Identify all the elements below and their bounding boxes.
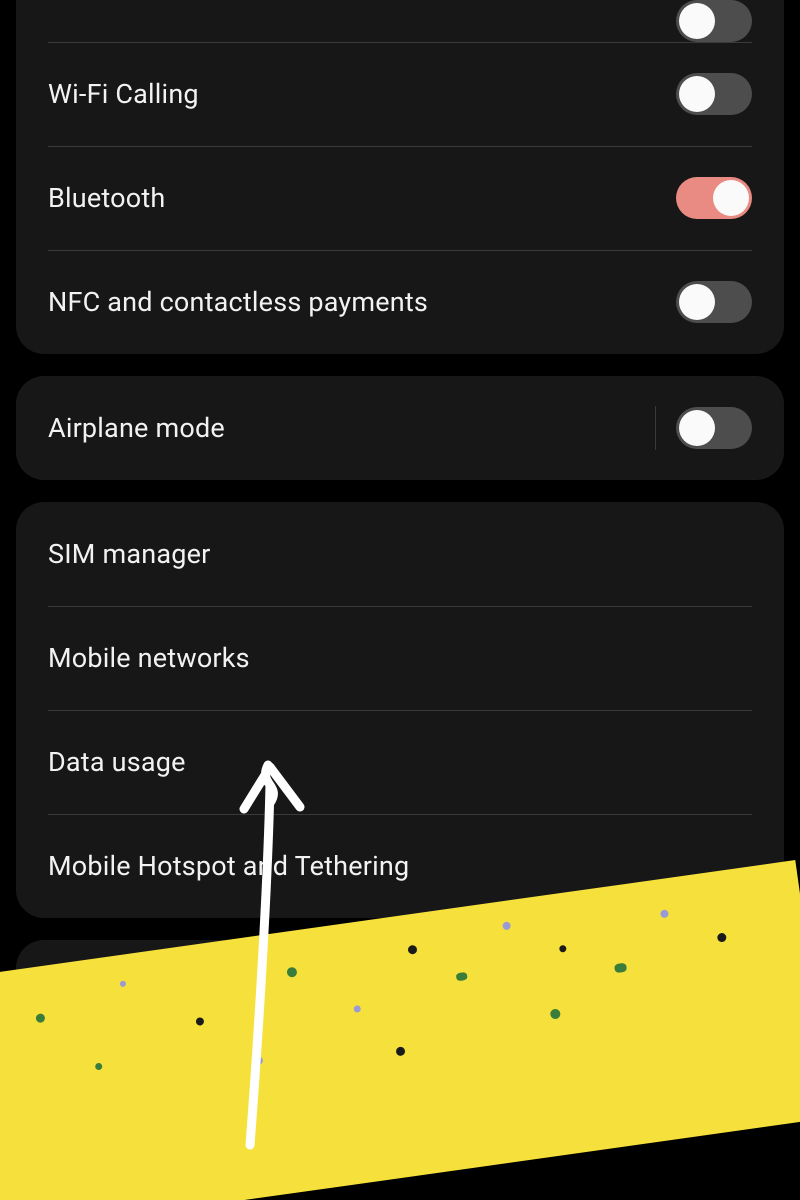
speck: [254, 1056, 263, 1065]
speck: [717, 933, 727, 943]
toggle-knob: [713, 180, 749, 216]
speck: [95, 1063, 103, 1071]
speck: [407, 945, 417, 955]
card-airplane: Airplane mode: [16, 376, 784, 480]
toggle-wrap: [676, 281, 752, 323]
row-label: Airplane mode: [48, 412, 225, 444]
settings-row-sim-manager[interactable]: SIM manager: [16, 502, 784, 606]
speck: [395, 1046, 405, 1056]
toggle-nfc[interactable]: [676, 281, 752, 323]
toggle-airplane-mode[interactable]: [676, 407, 752, 449]
settings-row-mobile-networks[interactable]: Mobile networks: [16, 606, 784, 710]
speck: [456, 972, 468, 981]
settings-row-bluetooth[interactable]: Bluetooth: [16, 146, 784, 250]
settings-row-airplane-mode[interactable]: Airplane mode: [16, 376, 784, 480]
speck: [119, 980, 126, 987]
row-label: Wi-Fi Calling: [48, 78, 199, 110]
toggle-wrap: [676, 73, 752, 115]
speck: [354, 1005, 362, 1013]
settings-page: Wi-Fi Calling Bluetooth NFC and contactl…: [0, 0, 800, 1010]
speck: [502, 921, 511, 930]
toggle-wifi-calling[interactable]: [676, 73, 752, 115]
speck: [195, 1017, 204, 1026]
toggle-knob: [679, 76, 715, 112]
row-label: NFC and contactless payments: [48, 286, 428, 318]
row-label: Mobile Hotspot and Tethering: [48, 850, 409, 882]
settings-row-wifi-calling[interactable]: Wi-Fi Calling: [16, 42, 784, 146]
speck: [550, 1009, 561, 1020]
settings-row-nfc[interactable]: NFC and contactless payments: [16, 250, 784, 354]
toggle-knob: [679, 284, 715, 320]
card-network: SIM manager Mobile networks Data usage M…: [16, 502, 784, 918]
toggle-wrap: [655, 406, 752, 450]
row-label: SIM manager: [48, 538, 210, 570]
speck: [660, 909, 669, 918]
vertical-divider: [655, 406, 656, 450]
toggle-bluetooth[interactable]: [676, 177, 752, 219]
row-label: Bluetooth: [48, 182, 165, 214]
settings-row-data-usage[interactable]: Data usage: [16, 710, 784, 814]
row-label: Mobile networks: [48, 642, 250, 674]
toggle-wrap: [676, 0, 752, 42]
toggle-unknown[interactable]: [676, 0, 752, 42]
speck: [286, 967, 297, 978]
speck: [558, 945, 566, 953]
settings-row-partial[interactable]: [16, 0, 784, 42]
speck: [614, 963, 627, 974]
toggle-knob: [679, 410, 715, 446]
card-connectivity: Wi-Fi Calling Bluetooth NFC and contactl…: [16, 0, 784, 354]
toggle-wrap: [676, 177, 752, 219]
speck: [35, 1013, 45, 1023]
toggle-knob: [679, 3, 715, 39]
row-label: Data usage: [48, 746, 186, 778]
